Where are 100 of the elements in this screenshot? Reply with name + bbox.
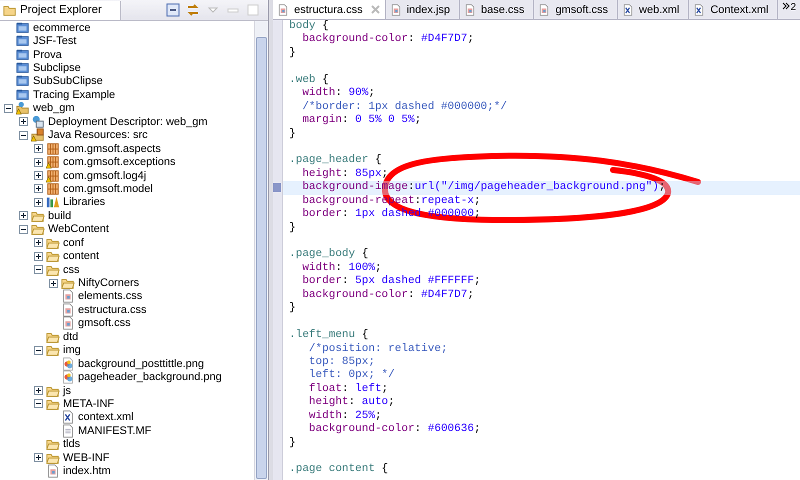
editor-tab[interactable]: gmsoft.css [534, 0, 618, 19]
expand-toggle-icon[interactable] [34, 386, 43, 396]
tree-item[interactable]: JSF-Test [33, 35, 76, 48]
tree-item[interactable]: NiftyCorners [78, 277, 140, 290]
code-line: .page content { [289, 463, 390, 477]
tree-item[interactable]: gmsoft.css [78, 317, 131, 330]
expand-toggle-icon[interactable] [34, 198, 43, 207]
web-file-icon [61, 316, 75, 330]
code-line: /*border: 1px dashed #000000;*/ [301, 100, 508, 114]
web-file-icon [61, 302, 75, 317]
closed-project-icon [16, 88, 30, 102]
tree-item[interactable]: Subclipse [33, 62, 81, 74]
xml-file-icon [61, 410, 75, 424]
editor-tab[interactable]: Context.xml [689, 0, 778, 19]
tree-item[interactable]: index.htm [63, 465, 111, 478]
editor-tab[interactable]: base.css [460, 0, 534, 19]
tree-item[interactable]: WebContent [48, 223, 109, 236]
package-icon [46, 155, 60, 170]
editor-tab[interactable]: web.xml [618, 0, 690, 19]
code-line: .web { [289, 74, 330, 87]
folder-icon [46, 343, 60, 358]
tree-item[interactable]: estructura.css [78, 304, 146, 316]
tree-item[interactable]: background_posttittle.png [78, 358, 204, 370]
tree-item[interactable]: WEB-INF [63, 452, 110, 464]
package-icon [46, 168, 60, 183]
tree-item[interactable]: com.gmsoft.log4j [63, 170, 146, 182]
tree-item[interactable]: img [63, 344, 81, 356]
hidden-tab-count[interactable]: 2 [790, 2, 796, 13]
tree-item[interactable]: css [63, 264, 80, 276]
editor-tab[interactable]: index.jsp [386, 0, 460, 19]
closed-project-icon [16, 34, 30, 48]
tree-item[interactable]: SubSubClipse [33, 75, 103, 88]
tree-item[interactable]: com.gmsoft.model [63, 182, 153, 195]
web-file-icon [464, 4, 476, 16]
collapse-toggle-icon[interactable] [34, 399, 43, 408]
tree-item[interactable]: MANIFEST.MF [78, 424, 152, 437]
expand-toggle-icon[interactable] [34, 171, 43, 180]
tree-item[interactable]: tlds [63, 438, 80, 450]
editor-tab[interactable]: estructura.css [273, 0, 386, 19]
expand-toggle-icon[interactable] [49, 278, 58, 288]
collapse-toggle-icon[interactable] [34, 346, 43, 355]
code-line: width: 90%; [301, 87, 376, 101]
tree-item[interactable]: context.xml [78, 411, 134, 424]
image-file-icon [61, 356, 75, 371]
code-line: } [289, 46, 297, 60]
tree-item[interactable]: Java Resources: src [48, 129, 148, 142]
expand-toggle-icon[interactable] [34, 238, 43, 248]
tree-item[interactable]: elements.css [78, 290, 142, 302]
tree-item[interactable]: pageheader_background.png [78, 371, 222, 384]
expand-toggle-icon[interactable] [19, 211, 28, 220]
code-line: height: 85px; [301, 168, 390, 181]
code-line: } [289, 222, 297, 235]
web-project-icon [16, 101, 30, 116]
folder-icon [61, 276, 75, 290]
tree-item[interactable]: Deployment Descriptor: web_gm [48, 116, 208, 128]
code-line: width: 100%; [301, 262, 383, 275]
tree-item[interactable]: web_gm [33, 102, 75, 114]
package-icon [46, 182, 60, 196]
view-tab[interactable]: Project Explorer [0, 0, 121, 20]
code-line: left: 0px; */ [308, 369, 396, 383]
tree-item[interactable]: ecommerce [33, 22, 90, 34]
folder-icon [46, 249, 60, 264]
tree-item[interactable]: content [63, 250, 100, 262]
tree-item[interactable]: build [48, 210, 72, 222]
tree-item[interactable]: Libraries [63, 196, 106, 208]
tree-item[interactable]: com.gmsoft.aspects [63, 142, 161, 155]
link-arrows-icon[interactable] [186, 3, 200, 17]
expand-toggle-icon[interactable] [34, 184, 43, 194]
code-line: width: 25%; [308, 410, 383, 423]
tree-item[interactable]: Tracing Example [33, 88, 116, 101]
collapse-toggle-icon[interactable] [34, 265, 43, 274]
expand-toggle-icon[interactable] [34, 158, 43, 167]
tree-item[interactable]: dtd [63, 330, 78, 343]
code-line: top: 85px; [308, 356, 376, 369]
expand-toggle-icon[interactable] [34, 453, 43, 462]
library-icon [46, 195, 60, 210]
web-file-icon [61, 289, 75, 304]
tree-item[interactable]: js [63, 384, 71, 397]
code-line: .left_menu { [289, 329, 370, 342]
expand-toggle-icon[interactable] [19, 117, 28, 126]
chevron-icon[interactable] [782, 2, 790, 10]
tree-item[interactable]: Prova [33, 48, 62, 61]
code-line: height: auto; [308, 396, 396, 410]
code-line: /*position: relative; [308, 342, 449, 356]
folder-icon [31, 222, 45, 236]
tree-item[interactable]: META-INF [63, 398, 114, 410]
collapse-toggle-icon[interactable] [4, 104, 13, 113]
collapse-toggle-icon[interactable] [19, 224, 28, 234]
expand-toggle-icon[interactable] [34, 144, 43, 154]
tree-item[interactable]: conf [63, 236, 84, 249]
expand-toggle-icon[interactable] [34, 252, 43, 261]
code-line: float: left; [308, 382, 390, 396]
xml-file-icon [622, 4, 634, 16]
scrollbar[interactable] [254, 21, 268, 480]
collapse-all-icon[interactable] [166, 3, 180, 17]
tree-item[interactable]: com.gmsoft.exceptions [63, 156, 176, 168]
text-file-icon [61, 424, 75, 438]
collapse-toggle-icon[interactable] [19, 130, 28, 140]
package-icon [46, 142, 60, 156]
web-file-icon [390, 4, 402, 16]
